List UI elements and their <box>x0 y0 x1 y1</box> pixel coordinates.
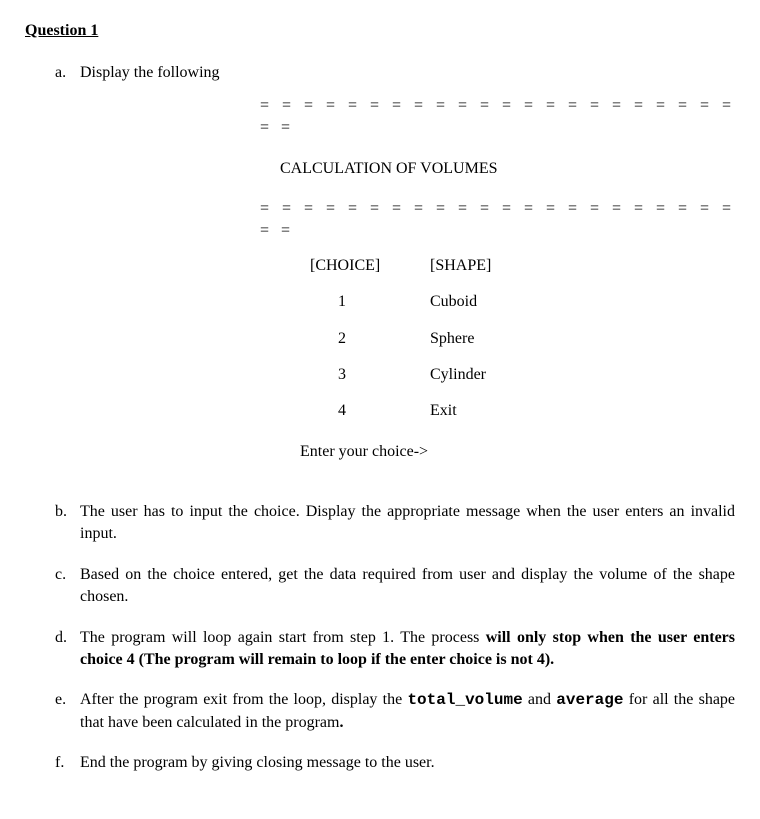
item-e-t1: After the program exit from the loop, di… <box>80 691 407 708</box>
row-1-num: 2 <box>260 328 430 350</box>
item-c-marker: c. <box>25 564 80 586</box>
item-a: a. Display the following = = = = = = = =… <box>25 62 735 483</box>
row-0-num: 1 <box>260 291 430 313</box>
item-e-period: . <box>339 714 343 731</box>
row-3-shape: Exit <box>430 400 735 422</box>
row-1-shape: Sphere <box>430 328 735 350</box>
item-a-marker: a. <box>25 62 80 84</box>
item-c-text: Based on the choice entered, get the dat… <box>80 564 735 609</box>
display-block: = = = = = = = = = = = = = = = = = = = = … <box>260 95 735 463</box>
item-b-marker: b. <box>25 501 80 523</box>
display-title: CALCULATION OF VOLUMES <box>280 158 735 180</box>
item-e: e. After the program exit from the loop,… <box>25 689 735 734</box>
question-heading: Question 1 <box>25 20 735 42</box>
divider-top: = = = = = = = = = = = = = = = = = = = = … <box>260 95 735 140</box>
header-choice: [CHOICE] <box>260 255 430 277</box>
menu-row: 4 Exit <box>260 400 735 422</box>
item-b-text: The user has to input the choice. Displa… <box>80 501 735 546</box>
row-3-num: 4 <box>260 400 430 422</box>
item-e-t2: and <box>523 691 557 708</box>
item-a-content: Display the following = = = = = = = = = … <box>80 62 735 483</box>
item-c: c. Based on the choice entered, get the … <box>25 564 735 609</box>
item-f-text: End the program by giving closing messag… <box>80 752 735 774</box>
item-d: d. The program will loop again start fro… <box>25 627 735 672</box>
menu-header: [CHOICE] [SHAPE] <box>260 255 735 277</box>
code-total-volume: total_volume <box>407 691 522 709</box>
item-b: b. The user has to input the choice. Dis… <box>25 501 735 546</box>
row-0-shape: Cuboid <box>430 291 735 313</box>
divider-bottom: = = = = = = = = = = = = = = = = = = = = … <box>260 198 735 243</box>
choice-prompt: Enter your choice-> <box>300 441 735 463</box>
menu-row: 2 Sphere <box>260 328 735 350</box>
item-a-text: Display the following <box>80 64 220 81</box>
item-f-marker: f. <box>25 752 80 774</box>
header-shape: [SHAPE] <box>430 255 735 277</box>
row-2-num: 3 <box>260 364 430 386</box>
item-d-pre: The program will loop again start from s… <box>80 629 486 646</box>
item-e-content: After the program exit from the loop, di… <box>80 689 735 734</box>
code-average: average <box>556 691 623 709</box>
item-d-marker: d. <box>25 627 80 649</box>
item-d-content: The program will loop again start from s… <box>80 627 735 672</box>
menu-row: 1 Cuboid <box>260 291 735 313</box>
item-e-marker: e. <box>25 689 80 711</box>
item-f: f. End the program by giving closing mes… <box>25 752 735 774</box>
menu-row: 3 Cylinder <box>260 364 735 386</box>
row-2-shape: Cylinder <box>430 364 735 386</box>
